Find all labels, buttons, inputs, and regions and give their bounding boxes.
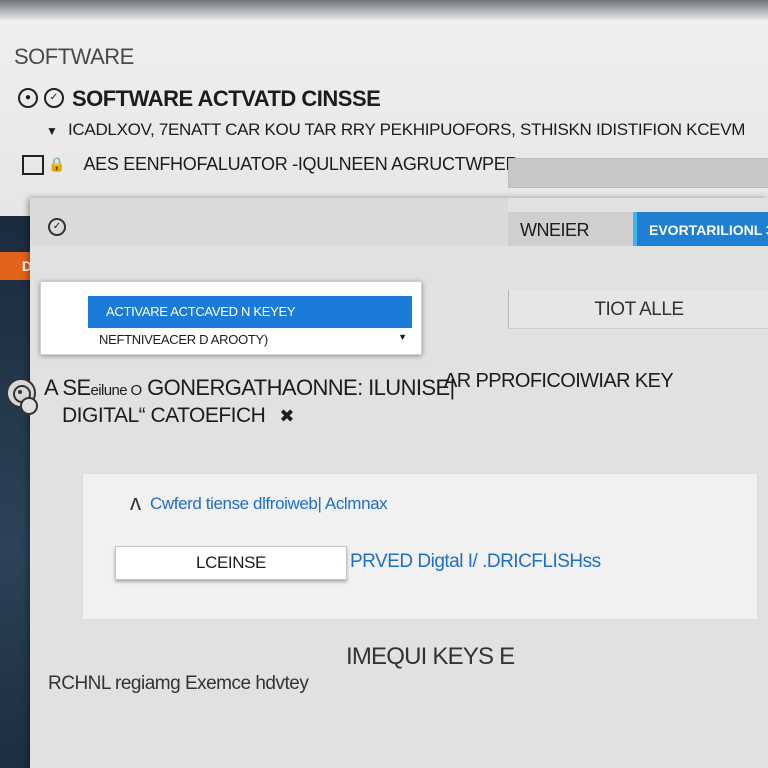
page-title: SOFTWARE ACTVATD CINSSE [72, 86, 381, 111]
app-name: SOFTWARE [14, 44, 134, 69]
check-icon: ✓ [48, 218, 66, 236]
license-input[interactable]: LCEINSE [115, 546, 347, 580]
field-label: AES EENFHOFALUATOR -IQULNEEN AGRUCTWPER: [83, 154, 523, 174]
side-panel [0, 216, 32, 768]
side-tab[interactable]: D [0, 252, 32, 280]
close-icon[interactable]: ✖ [279, 406, 294, 426]
description-main: GONERGATHAONNE: ILUNISE| [141, 375, 455, 400]
description-line-2: DIGITAL“ CATOEFICH ✖ [62, 404, 294, 428]
dropdown-option[interactable]: NEFTNIVEACER D AROOTY) [99, 332, 268, 347]
chevron-down-icon[interactable]: ▼ [398, 332, 407, 342]
padlock-icon: 🔒 [48, 156, 66, 172]
header-field[interactable]: WNEIER [508, 212, 633, 246]
description-small: eilune O [90, 382, 143, 399]
check-circle-icon: ✓ [44, 88, 64, 108]
license-info-link[interactable]: Cwferd tiense dlfroiweb| Aclmnax [150, 494, 388, 514]
description-line-2-text: DIGITAL“ CATOEFICH [62, 404, 266, 427]
field-row: 🔒 AES EENFHOFALUATOR -IQULNEEN AGRUCTWPE… [22, 154, 523, 175]
dialog-header [30, 198, 508, 246]
license-details-link[interactable]: PRVED Digtal I/ .DRICFLISHss [350, 551, 601, 573]
description-line-1: A SEeilune O GONERGATHAONNE: ILUNISE| [44, 375, 455, 401]
activation-dropdown[interactable]: ACTIVARE ACTCAVED N KEYEY NEFTNIVEACER D… [40, 281, 422, 355]
caret-icon: ʌ [130, 490, 141, 515]
bullet-icon: ▼ [46, 124, 58, 138]
dropdown-selected-option[interactable]: ACTIVARE ACTCAVED N KEYEY [88, 296, 412, 328]
product-key-label: AR PPROFICOIWIAR KEY [444, 370, 674, 392]
target-icon [20, 397, 38, 415]
heading-icons: ● ✓ [18, 88, 64, 108]
footer-title: IMEQUI KEYS E [346, 643, 515, 670]
description-bullet: ▼ ICADLXOV, 7ENATT CAR KOU TAR RRY PEKHIP… [46, 120, 745, 140]
bullet-text: ICADLXOV, 7ENATT CAR KOU TAR RRY PEKHIPU… [68, 120, 746, 139]
column-header: TIOT ALLE [508, 290, 768, 329]
description-prefix: A SE [44, 375, 91, 400]
window-title-bar [0, 0, 768, 22]
footer-note: RCHNL regiamg Exemce hdvtey [48, 673, 309, 694]
lock-icon: ● [18, 88, 38, 108]
window-icon [22, 154, 44, 175]
field-input[interactable] [508, 158, 768, 188]
activation-button[interactable]: EVORTARILIONL 3 [633, 212, 768, 246]
